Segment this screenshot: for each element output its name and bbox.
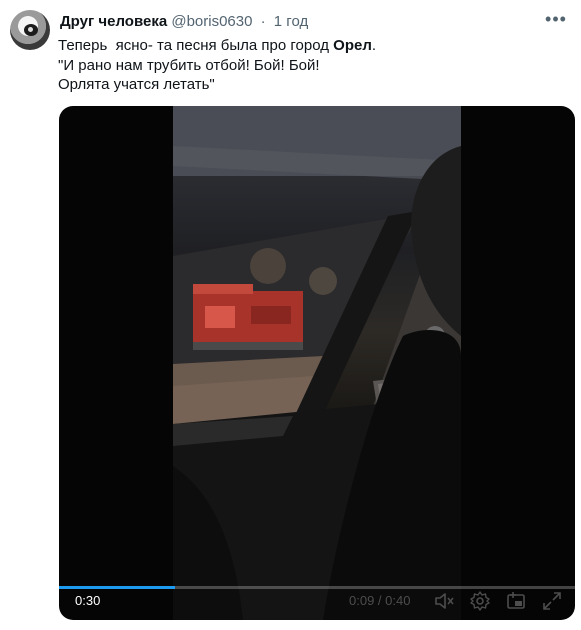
video-controls: 0:30 0:09 / 0:40	[59, 586, 575, 620]
video-player[interactable]: 0:30 0:09 / 0:40	[59, 106, 575, 620]
tweet-text: Теперь ясно- та песня была про город Оре…	[58, 36, 558, 95]
video-progress-fill	[59, 586, 176, 589]
tweet-text-line-2: "И рано нам трубить отбой! Бой! Бой!	[58, 56, 320, 74]
tweet-text-part: Теперь ясно- та песня была про город	[58, 37, 334, 54]
more-icon: •••	[545, 9, 567, 29]
video-timecode: 0:09 / 0:40	[349, 593, 411, 608]
separator: ·	[260, 13, 266, 30]
video-progress-bar[interactable]	[59, 586, 575, 589]
tweet-text-line-3: Орлята учатся летать"	[58, 76, 215, 93]
tweet-header: Друг человека @boris0630 · 1 год	[60, 12, 308, 32]
video-elapsed-time: 0:30	[75, 593, 101, 608]
display-name[interactable]: Друг человека	[60, 13, 167, 30]
settings-icon[interactable]	[469, 590, 491, 612]
tweet-text-bold: Орел	[333, 37, 372, 54]
tweet: Друг человека @boris0630 · 1 год ••• Теп…	[0, 0, 581, 630]
fullscreen-icon[interactable]	[541, 590, 563, 612]
more-options-button[interactable]: •••	[540, 10, 572, 32]
avatar[interactable]	[10, 10, 50, 50]
user-handle[interactable]: @boris0630	[171, 13, 252, 30]
volume-icon[interactable]	[433, 590, 455, 612]
tweet-text-part: .	[371, 37, 377, 54]
video-frame-image	[173, 106, 461, 620]
video-frame[interactable]	[173, 106, 461, 620]
avatar-image	[24, 24, 38, 36]
timestamp[interactable]: 1 год	[274, 13, 308, 30]
pip-icon[interactable]	[505, 590, 527, 612]
tweet-text-line-1: Теперь ясно- та песня была про город Оре…	[58, 36, 558, 56]
